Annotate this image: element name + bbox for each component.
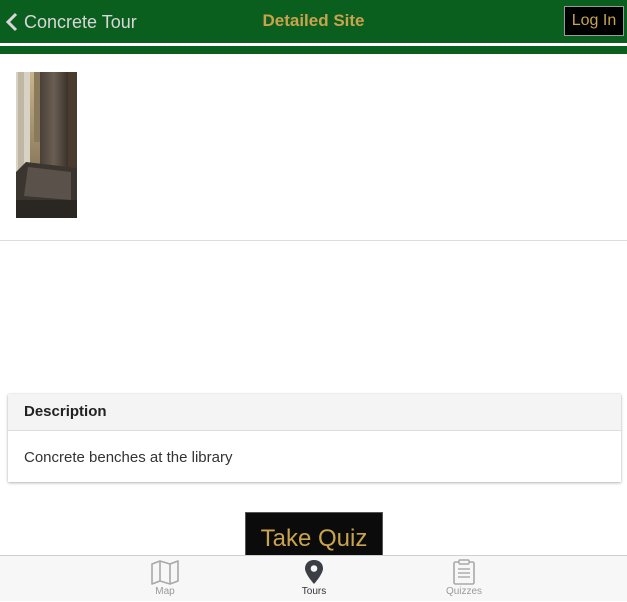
tab-tours-label: Tours bbox=[301, 586, 327, 597]
app-header: Concrete Tour Detailed Site Log In bbox=[0, 0, 627, 43]
take-quiz-button[interactable]: Take Quiz bbox=[245, 512, 383, 558]
clipboard-icon bbox=[453, 559, 475, 585]
tab-map-label: Map bbox=[155, 586, 175, 597]
tab-map[interactable]: Map bbox=[125, 556, 205, 602]
description-card: Description Concrete benches at the libr… bbox=[8, 394, 621, 482]
header-band bbox=[0, 46, 627, 54]
page-title: Detailed Site bbox=[262, 11, 365, 30]
tab-quizzes-label: Quizzes bbox=[445, 586, 483, 597]
map-icon bbox=[151, 560, 179, 585]
tab-tours[interactable]: Tours bbox=[274, 556, 354, 602]
login-button[interactable]: Log In bbox=[564, 6, 624, 36]
location-pin-icon bbox=[305, 560, 323, 584]
description-heading: Description bbox=[8, 394, 621, 431]
section-divider bbox=[0, 240, 627, 241]
bottom-tab-bar: Map Tours Quizzes bbox=[0, 555, 627, 601]
tab-quizzes[interactable]: Quizzes bbox=[424, 556, 504, 602]
description-text: Concrete benches at the library bbox=[24, 449, 233, 466]
site-photo bbox=[16, 72, 77, 218]
